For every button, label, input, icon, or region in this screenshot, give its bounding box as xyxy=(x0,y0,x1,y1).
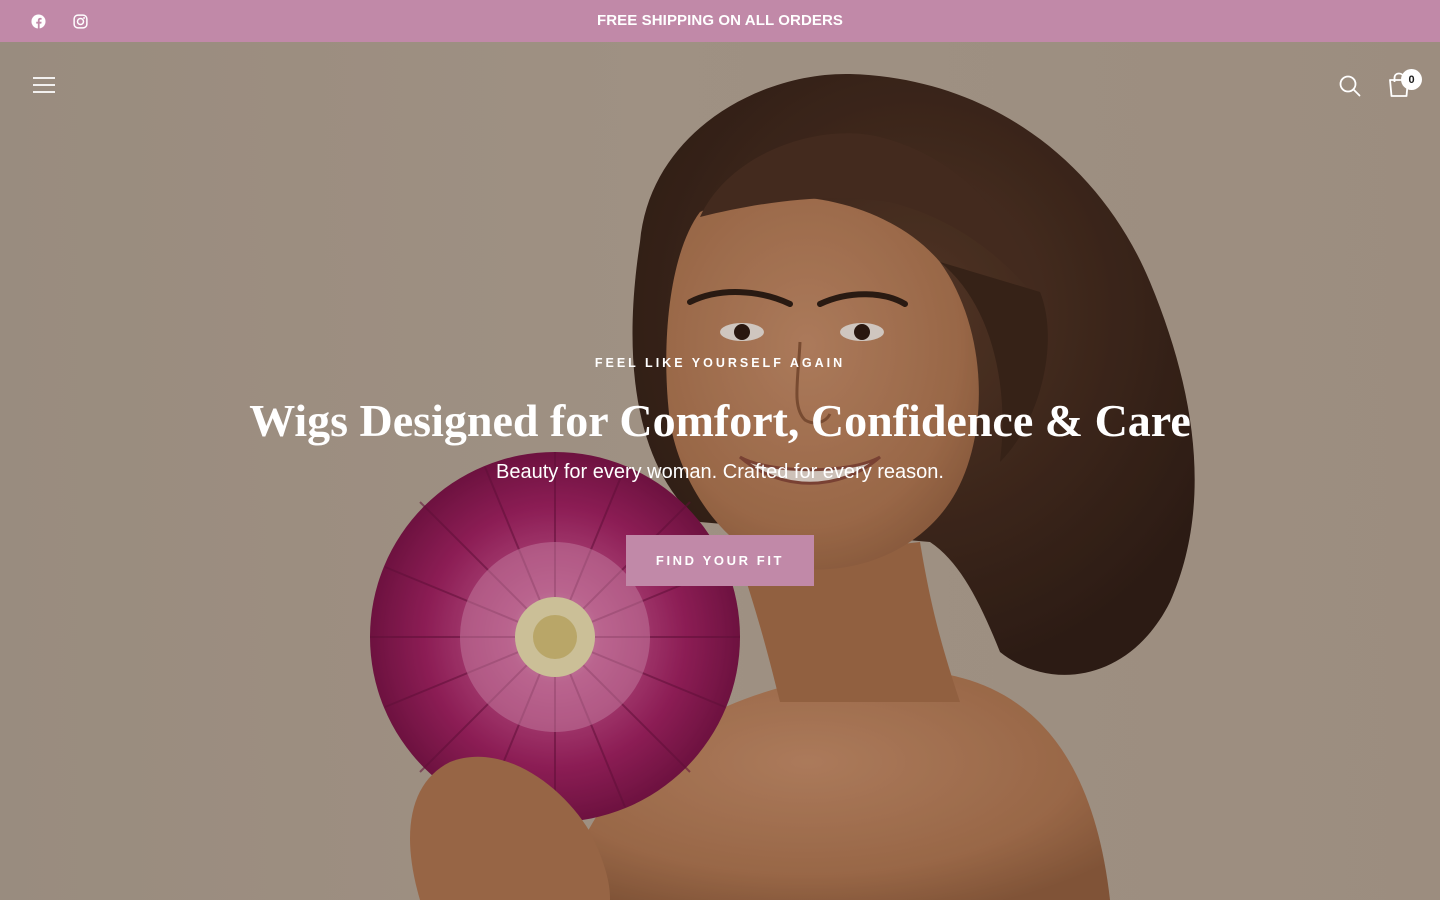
hamburger-menu-icon xyxy=(33,77,55,93)
announcement-text: FREE SHIPPING ON ALL ORDERS xyxy=(596,12,844,29)
hero-banner xyxy=(0,42,1440,900)
find-your-fit-button[interactable]: FIND YOUR FIT xyxy=(626,535,814,586)
search-icon xyxy=(1339,75,1361,97)
site-header xyxy=(0,42,1440,128)
announcement-bar: FREE SHIPPING ON ALL ORDERS xyxy=(0,0,1440,42)
hero-overlay xyxy=(0,42,1440,900)
search-button[interactable] xyxy=(1337,73,1363,99)
menu-button[interactable] xyxy=(30,74,58,96)
cart-count-badge: 0 xyxy=(1401,69,1422,90)
